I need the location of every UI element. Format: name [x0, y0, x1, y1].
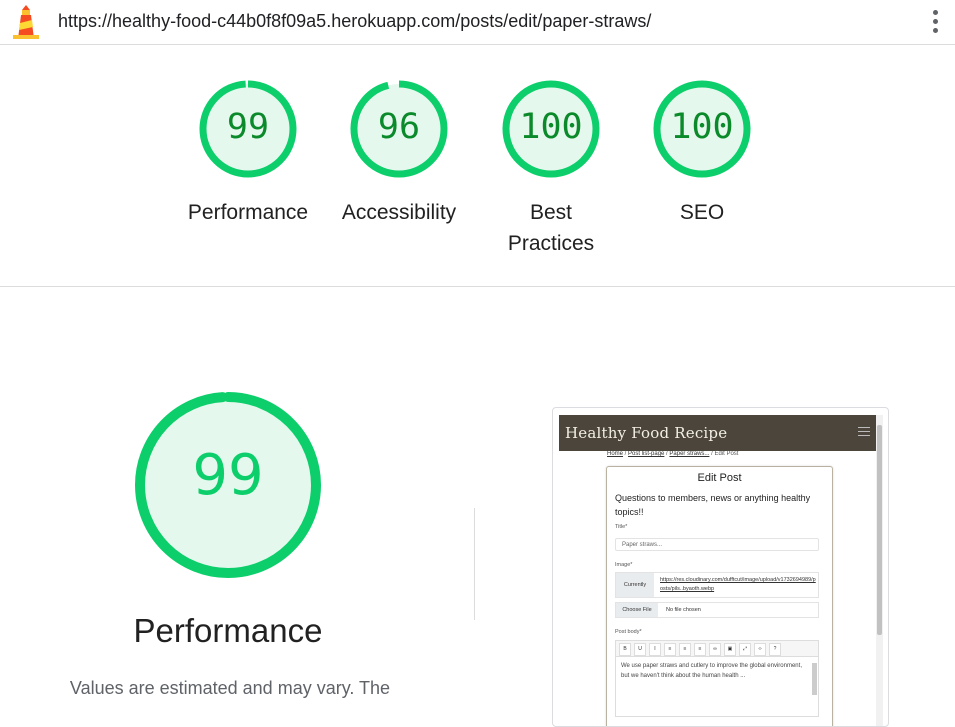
gauge-seo[interactable]: 100 SEO [622, 77, 782, 228]
gauge-label: Performance [187, 201, 309, 224]
preview-image-label: Image* [615, 562, 633, 568]
gauge-score: 96 [377, 107, 421, 147]
gauge-score: 100 [670, 107, 734, 147]
hamburger-icon [858, 427, 870, 439]
preview-file-input: Choose File No file chosen [615, 602, 819, 618]
lighthouse-icon [13, 5, 39, 39]
preview-breadcrumb: Home / Post list-page / Paper straws... … [607, 451, 739, 457]
preview-editor-body: We use paper straws and cutlery to impro… [615, 657, 819, 717]
preview-card-title: Edit Post [697, 472, 742, 484]
kebab-menu-icon[interactable] [928, 7, 942, 37]
final-screenshot[interactable]: Healthy Food Recipe Home / Post list-pag… [552, 407, 889, 727]
performance-gauge-large: 99 [128, 385, 328, 585]
preview-current-image: Currently https://res.cloudinary.com/duf… [615, 572, 819, 598]
vertical-divider [474, 508, 475, 620]
preview-title-label: Title* [615, 524, 628, 530]
preview-intro: Questions to members, news or anything h… [615, 493, 811, 517]
preview-edit-card: Edit Post Questions to members, news or … [606, 466, 833, 726]
page-url: https://healthy-food-c44b0f8f09a5.heroku… [58, 11, 652, 31]
performance-score: 99 [192, 443, 264, 508]
gauge-label: SEO [679, 201, 725, 224]
preview-title-input: Paper straws... [615, 538, 819, 551]
gauge-score: 99 [226, 107, 270, 147]
gauge-best-practices[interactable]: 100 Best Practices [471, 77, 631, 259]
gauge-label: Best Practices [507, 201, 595, 255]
preview-brand: Healthy Food Recipe [565, 424, 728, 442]
preview-navbar: Healthy Food Recipe [559, 415, 876, 451]
section-divider [0, 286, 955, 287]
gauge-score: 100 [519, 107, 583, 147]
preview-body-label: Post body* [615, 629, 642, 635]
gauge-label: Accessibility [341, 201, 457, 224]
estimate-note: Values are estimated and may vary. The [69, 678, 391, 698]
preview-editor-toolbar: B U I ≡ ≡ ≡ ∞ ▣ ⤢ ‹›? [615, 640, 819, 657]
report-header: https://healthy-food-c44b0f8f09a5.heroku… [0, 0, 955, 45]
gauge-accessibility[interactable]: 96 Accessibility [319, 77, 479, 228]
performance-title: Performance [133, 612, 323, 649]
preview-scrollbar [876, 415, 883, 726]
gauge-performance[interactable]: 99 Performance [168, 77, 328, 228]
